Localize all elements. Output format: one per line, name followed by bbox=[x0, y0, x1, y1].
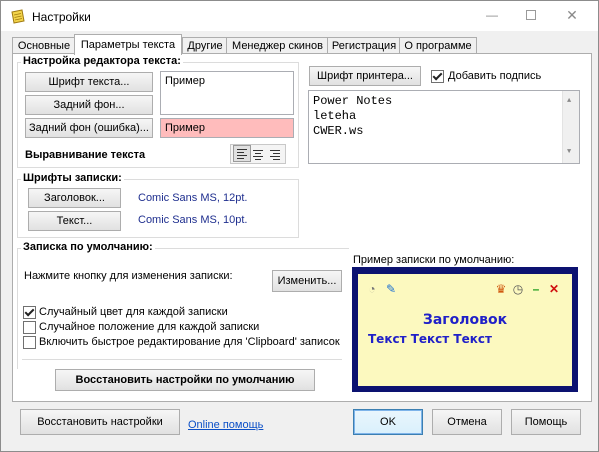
signature-line: Power Notes bbox=[313, 94, 393, 108]
cancel-button[interactable]: Отмена bbox=[432, 409, 502, 435]
tab-label: Параметры текста bbox=[80, 39, 176, 51]
default-note-group-title: Записка по умолчанию: bbox=[21, 241, 155, 253]
tab-other[interactable]: Другие bbox=[182, 37, 228, 54]
text-sample-box: Пример bbox=[160, 71, 294, 115]
heading-font-value: Comic Sans MS, 12pt. bbox=[138, 192, 248, 204]
align-right-icon[interactable] bbox=[267, 146, 283, 161]
change-note-button[interactable]: Изменить... bbox=[272, 270, 342, 292]
editor-group-title: Настройка редактора текста: bbox=[21, 55, 183, 67]
text-font-value-button[interactable]: Текст... bbox=[28, 211, 121, 231]
add-signature-label: Добавить подпись bbox=[448, 70, 542, 82]
maximize-icon[interactable] bbox=[518, 7, 544, 23]
window-title: Настройки bbox=[32, 10, 91, 24]
note-preview-body: ◔ ✎ ♛ ◷ – ✕ Заголовок Текст Текст Текст bbox=[358, 274, 572, 386]
tab-label: Основные bbox=[17, 40, 71, 52]
signature-line: CWER.ws bbox=[313, 124, 364, 138]
clipboard-edit-checkbox[interactable] bbox=[23, 336, 36, 349]
tab-skin-manager[interactable]: Менеджер скинов bbox=[226, 37, 329, 54]
tab-label: Другие bbox=[187, 40, 223, 52]
note-preview-text: Текст Текст Текст bbox=[368, 332, 492, 346]
restore-defaults-button[interactable]: Восстановить настройки по умолчанию bbox=[55, 369, 315, 391]
settings-window: Настройки — ✕ Основные Параметры текста … bbox=[0, 0, 599, 452]
background-button[interactable]: Задний фон... bbox=[25, 95, 153, 115]
pen-icon: ✎ bbox=[385, 282, 397, 296]
divider bbox=[22, 359, 342, 360]
tab-text-params[interactable]: Параметры текста bbox=[74, 34, 182, 55]
signature-textarea[interactable]: Power Notes leteha CWER.ws ▲ ▼ bbox=[308, 90, 580, 164]
clipboard-edit-label: Включить быстрое редактирование для 'Cli… bbox=[39, 336, 340, 348]
ok-button[interactable]: OK bbox=[353, 409, 423, 435]
app-icon bbox=[11, 9, 25, 24]
title-bar: Настройки — ✕ bbox=[1, 1, 598, 31]
align-left-icon[interactable] bbox=[233, 145, 251, 162]
minimize-note-icon: – bbox=[532, 282, 540, 296]
preview-label: Пример записки по умолчанию: bbox=[353, 254, 515, 266]
random-position-checkbox[interactable] bbox=[23, 321, 36, 334]
tab-registration[interactable]: Регистрация bbox=[327, 37, 401, 54]
note-preview-title: Заголовок bbox=[422, 312, 508, 328]
minimize-icon[interactable]: — bbox=[479, 7, 505, 23]
restore-settings-button[interactable]: Восстановить настройки bbox=[20, 409, 180, 435]
signature-scrollbar[interactable]: ▲ ▼ bbox=[562, 91, 579, 163]
tab-label: Менеджер скинов bbox=[232, 40, 323, 52]
error-sample-box: Пример bbox=[160, 118, 294, 138]
close-icon[interactable]: ✕ bbox=[559, 7, 585, 23]
error-background-button[interactable]: Задний фон (ошибка)... bbox=[25, 118, 153, 138]
tab-label: О программе bbox=[404, 40, 472, 52]
random-color-label: Случайный цвет для каждой записки bbox=[39, 306, 228, 318]
text-font-value: Comic Sans MS, 10pt. bbox=[138, 214, 248, 226]
fonts-group-title: Шрифты записки: bbox=[21, 172, 124, 184]
crown-icon: ♛ bbox=[495, 282, 507, 296]
random-position-label: Случайное положение для каждой записки bbox=[39, 321, 260, 333]
change-note-hint: Нажмите кнопку для изменения записки: bbox=[24, 270, 233, 282]
tab-about[interactable]: О программе bbox=[399, 37, 477, 54]
scroll-up-icon[interactable]: ▲ bbox=[567, 94, 571, 109]
help-button[interactable]: Помощь bbox=[511, 409, 581, 435]
tab-general[interactable]: Основные bbox=[12, 37, 76, 54]
tab-label: Регистрация bbox=[331, 40, 397, 52]
heading-font-button[interactable]: Заголовок... bbox=[28, 188, 121, 208]
random-color-checkbox[interactable] bbox=[23, 306, 36, 319]
align-center-icon[interactable] bbox=[250, 146, 266, 161]
online-help-link[interactable]: Online помощь bbox=[188, 419, 263, 431]
pin-icon: ◔ bbox=[368, 282, 376, 296]
note-preview: ◔ ✎ ♛ ◷ – ✕ Заголовок Текст Текст Текст bbox=[352, 267, 578, 392]
alignment-label: Выравнивание текста bbox=[25, 149, 146, 161]
scroll-down-icon[interactable]: ▼ bbox=[567, 145, 571, 160]
text-font-button[interactable]: Шрифт текста... bbox=[25, 72, 153, 92]
clock-icon: ◷ bbox=[512, 282, 524, 296]
text-sample: Пример bbox=[165, 75, 205, 87]
printer-font-button[interactable]: Шрифт принтера... bbox=[309, 66, 421, 86]
error-sample-text: Пример bbox=[165, 122, 205, 134]
close-note-icon: ✕ bbox=[548, 282, 560, 296]
alignment-buttons bbox=[230, 144, 286, 164]
signature-line: leteha bbox=[313, 109, 357, 123]
add-signature-checkbox[interactable] bbox=[431, 70, 444, 83]
